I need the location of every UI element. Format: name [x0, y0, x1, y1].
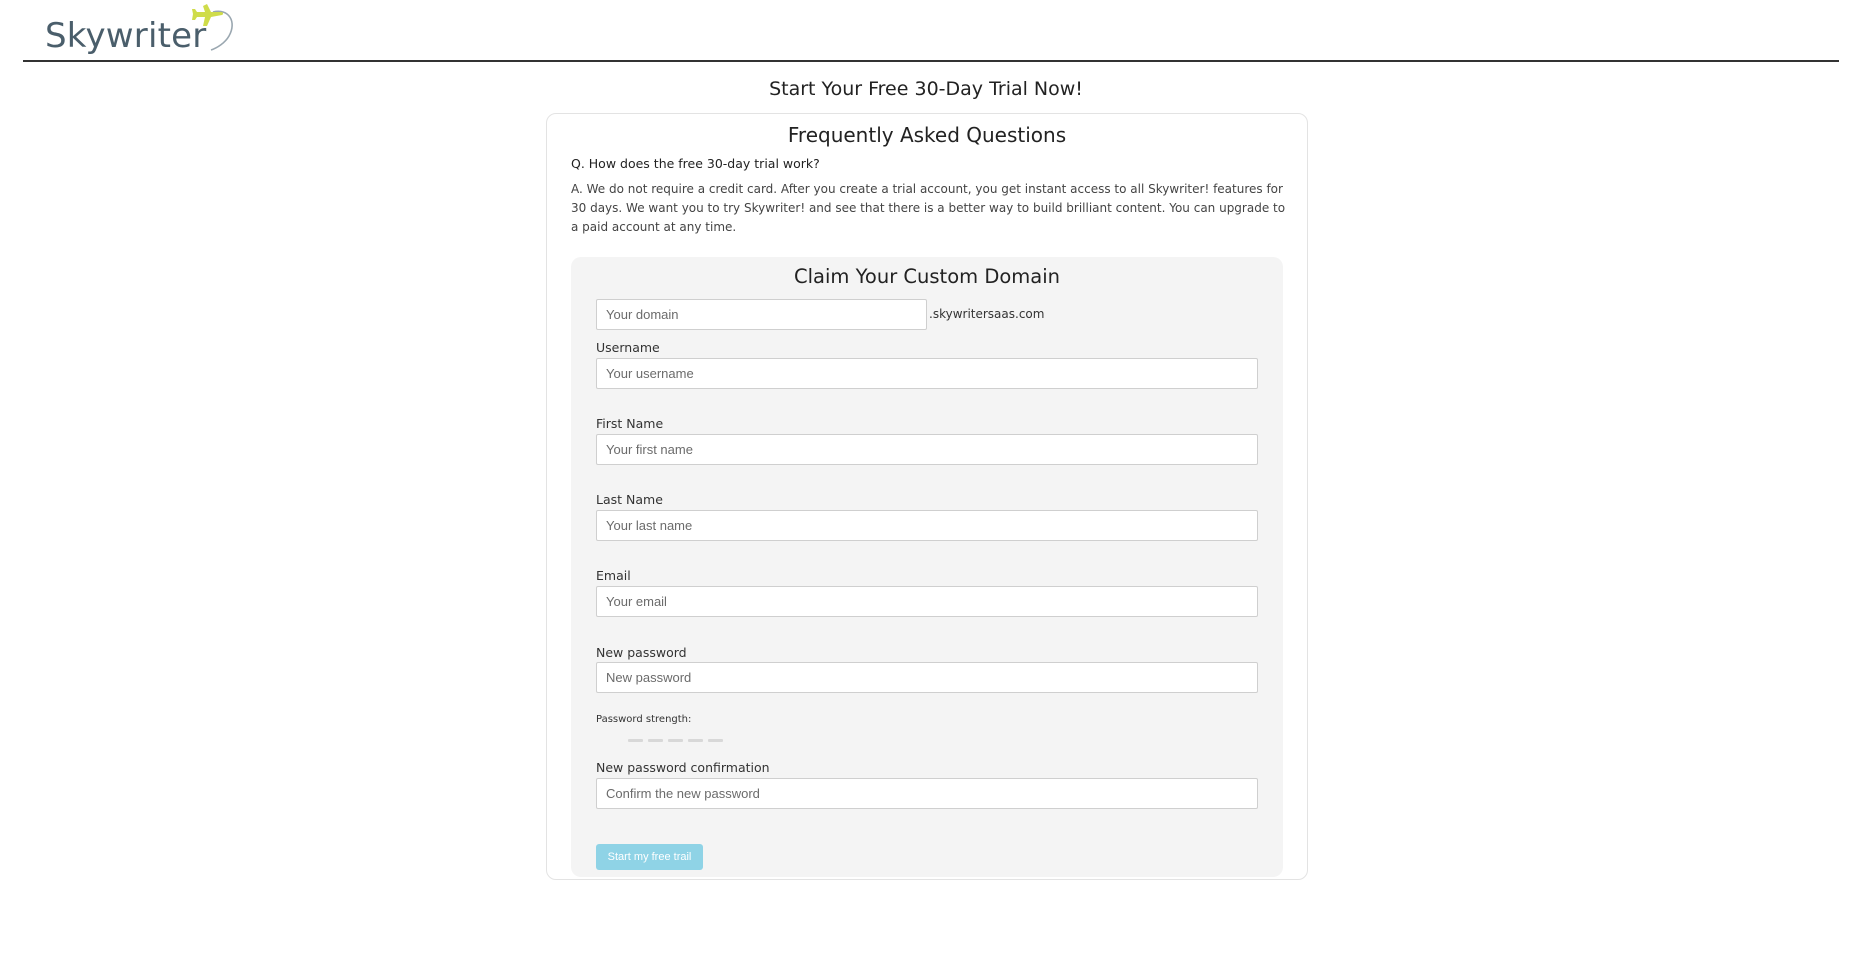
password-confirmation-label: New password confirmation [596, 760, 770, 775]
faq-answer: A. We do not require a credit card. Afte… [571, 182, 1286, 234]
username-input[interactable] [596, 358, 1258, 389]
strength-bar [708, 739, 723, 742]
domain-suffix: .skywritersaas.com [929, 307, 1045, 321]
strength-bar [668, 739, 683, 742]
logo-text: Skywriter [45, 16, 207, 56]
last-name-input[interactable] [596, 510, 1258, 541]
strength-bar [648, 739, 663, 742]
strength-bar [628, 739, 643, 742]
first-name-input[interactable] [596, 434, 1258, 465]
email-label: Email [596, 568, 631, 583]
first-name-label: First Name [596, 416, 664, 431]
faq-title: Frequently Asked Questions [787, 123, 1067, 147]
faq-card: Frequently Asked Questions Q. How does t… [546, 113, 1308, 880]
page-heading: Start Your Free 30-Day Trial Now! [769, 78, 1083, 100]
form-title: Claim Your Custom Domain [794, 265, 1060, 288]
password-confirmation-input[interactable] [596, 778, 1258, 809]
last-name-label: Last Name [596, 492, 663, 507]
new-password-label: New password [596, 645, 687, 660]
email-input[interactable] [596, 586, 1258, 617]
start-free-trial-button[interactable]: Start my free trail [596, 844, 703, 870]
skywriter-logo[interactable]: Skywriter [45, 0, 233, 60]
domain-input[interactable] [596, 299, 927, 330]
signup-form: Claim Your Custom Domain .skywritersaas.… [571, 257, 1283, 877]
password-strength-label: Password strength: [596, 714, 692, 725]
strength-bar [688, 739, 703, 742]
new-password-input[interactable] [596, 662, 1258, 693]
username-label: Username [596, 340, 660, 355]
faq-question: Q. How does the free 30-day trial work? [571, 156, 820, 171]
site-header: Skywriter [23, 0, 1839, 62]
airplane-icon [192, 4, 233, 51]
